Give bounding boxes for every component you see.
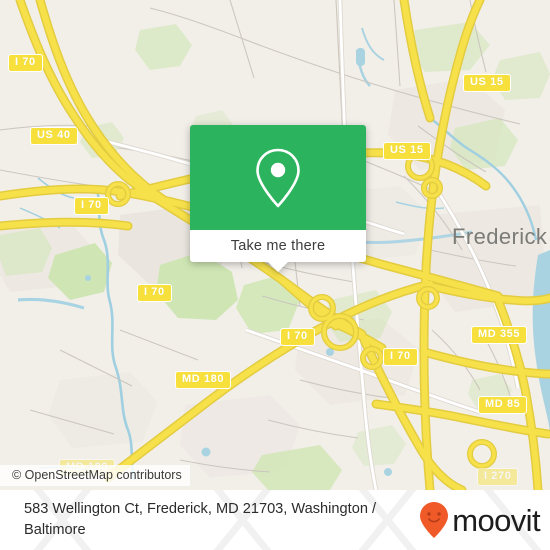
road-shield: I 70 (74, 197, 109, 215)
map-canvas[interactable]: I 70 US 40 I 70 I 70 MD 180 MD 180 I 70 … (0, 0, 550, 490)
osm-attribution[interactable]: © OpenStreetMap contributors (0, 465, 190, 486)
road-shield: I 270 (477, 468, 519, 486)
popup-cta-label: Take me there (230, 238, 326, 254)
map-screenshot: I 70 US 40 I 70 I 70 MD 180 MD 180 I 70 … (0, 0, 550, 550)
moovit-pin-smiley-icon (420, 502, 449, 538)
popup-cta[interactable]: Take me there (190, 230, 366, 262)
moovit-wordmark: moovit (452, 502, 540, 538)
location-popup-card[interactable]: Take me there (190, 125, 366, 272)
map-pin-icon (256, 148, 300, 207)
road-shield: US 15 (383, 142, 431, 160)
road-shield: I 70 (8, 54, 43, 72)
address-text: 583 Wellington Ct, Frederick, MD 21703, … (24, 501, 377, 538)
road-shield: I 70 (383, 348, 418, 366)
road-shield: MD 85 (478, 396, 528, 414)
city-label-frederick: Frederick (452, 224, 548, 249)
popup-pointer-tail (267, 261, 289, 272)
popup-header (190, 125, 366, 230)
road-shield: I 70 (137, 284, 172, 302)
moovit-brand-logo: moovit (419, 501, 541, 539)
road-shield: US 15 (463, 74, 511, 92)
road-shield: US 40 (30, 127, 78, 145)
footer-bar: 583 Wellington Ct, Frederick, MD 21703, … (0, 490, 550, 550)
road-shield: MD 355 (471, 326, 528, 344)
road-shield: MD 180 (175, 371, 232, 389)
road-shield: I 70 (280, 328, 315, 346)
